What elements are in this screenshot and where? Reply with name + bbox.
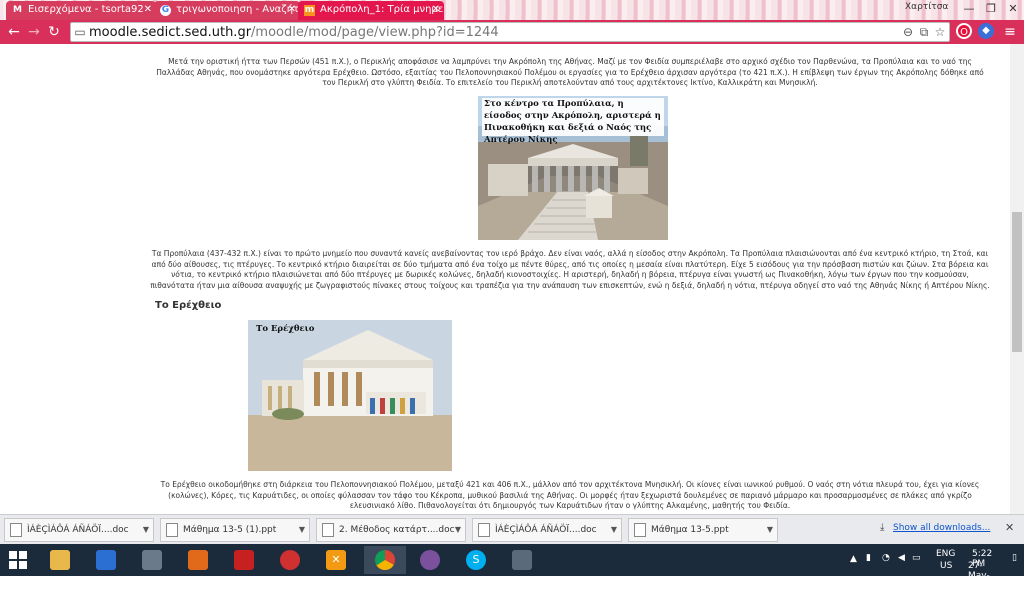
maximize-icon[interactable]: ❐ (980, 0, 1002, 18)
download-label: Μάθημα 13-5.ppt (651, 525, 729, 535)
download-item[interactable]: ÌÁÈÇÌÁÔÁ ÁÑÁÖÏ....doc ▼ (472, 518, 622, 542)
ppt-file-icon (166, 523, 178, 537)
forward-icon[interactable]: → (26, 24, 42, 40)
zoom-icon[interactable]: ⊖ (901, 25, 915, 39)
image-caption: Στο κέντρο τα Προπύλαια, η είσοδος στην … (484, 99, 661, 145)
chevron-up-icon[interactable]: ▲ (850, 554, 857, 564)
chevron-down-icon[interactable]: ▼ (611, 519, 617, 541)
file-explorer-icon[interactable] (42, 546, 78, 574)
erechtheio-paragraph: Το Ερέχθειο οικοδομήθηκε στη διάρκεια το… (160, 480, 980, 510)
download-item[interactable]: 2. Μέθοδος κατάρτ....doc ▼ (316, 518, 466, 542)
chrome-icon[interactable] (364, 546, 406, 574)
app-x-icon[interactable]: ✕ (318, 546, 354, 574)
menu-icon[interactable]: ≡ (1002, 24, 1018, 40)
notifications-icon[interactable]: ▯ (1012, 553, 1017, 563)
windows-taskbar: ✕ S ▲ ▮ ◔ ◀ ▭ ENG US 5:22 PM 27-May-16 ▯ (0, 544, 1024, 591)
tab-label: Εισερχόμενα - tsorta92 (28, 4, 144, 15)
propylaia-image: Στο κέντρο τα Προπύλαια, η είσοδος στην … (478, 96, 668, 240)
windows-icon (9, 551, 27, 569)
close-icon[interactable]: ✕ (1005, 521, 1014, 534)
region-indicator: US (940, 561, 953, 571)
skype-icon[interactable]: S (458, 546, 494, 574)
reload-icon[interactable]: ↻ (46, 24, 62, 40)
opera-extension-icon[interactable]: O (956, 23, 972, 39)
download-icon: ⤓ (880, 522, 885, 533)
app-red-icon[interactable] (272, 546, 308, 574)
google-icon: G (160, 5, 171, 16)
moodle-icon: m (304, 5, 315, 16)
browser-toolbar: ← → ↻ ▭ moodle.sedict.sed.uth.gr/moodle/… (0, 20, 1024, 44)
ppt-file-icon (634, 523, 646, 537)
document-app-icon[interactable] (504, 546, 540, 574)
url-host: moodle.sedict.sed.uth.gr (89, 25, 252, 40)
tab-label: Ακρόπολη_1: Τρία μνημε (320, 4, 444, 15)
tab-label: τριγωνοποιηση - Αναζήτ (176, 4, 300, 15)
close-icon[interactable]: ✕ (288, 1, 296, 19)
chevron-down-icon[interactable]: ▼ (299, 519, 305, 541)
downloads-bar: ÌÁÈÇÌÁÔÁ ÁÑÁÖÏ....doc ▼ Μάθημα 13-5 (1).p… (0, 514, 1024, 544)
section-heading: Το Ερέχθειο (155, 300, 222, 311)
gmail-icon: M (13, 5, 22, 15)
page-content: Μετά την οριστική ήττα των Περσών (451 π… (0, 44, 1010, 514)
language-indicator[interactable]: ENG (936, 549, 955, 559)
chevron-down-icon[interactable]: ▼ (767, 519, 773, 541)
tab-strip: M Εισερχόμενα - tsorta92 ✕ G τριγωνοποιη… (0, 0, 1024, 20)
tab-google[interactable]: G τριγωνοποιηση - Αναζήτ ✕ (154, 1, 300, 20)
download-item[interactable]: Μάθημα 13-5.ppt ▼ (628, 518, 778, 542)
app-blue-icon[interactable] (88, 546, 124, 574)
network-icon[interactable]: ▮ (866, 553, 871, 563)
propylaia-paragraph: Τα Προπύλαια (437-432 π.Χ.) είναι το πρώ… (150, 249, 990, 290)
back-icon[interactable]: ← (6, 24, 22, 40)
volume-icon[interactable]: ◀ (898, 553, 905, 563)
pdf-icon[interactable] (226, 546, 262, 574)
download-item[interactable]: ÌÁÈÇÌÁÔÁ ÁÑÁÖÏ....doc ▼ (4, 518, 154, 542)
download-label: 2. Μέθοδος κατάρτ....doc (339, 525, 455, 535)
wifi-icon[interactable]: ◔ (882, 553, 890, 563)
intro-paragraph: Μετά την οριστική ήττα των Περσών (451 π… (156, 57, 984, 87)
battery-icon[interactable]: ▭ (912, 553, 921, 563)
clock-date: 27-May-16 (968, 561, 990, 591)
show-all-downloads-link[interactable]: Show all downloads... (893, 523, 990, 533)
download-label: ÌÁÈÇÌÁÔÁ ÁÑÁÖÏ....doc (27, 525, 129, 535)
image-caption: Το Ερέχθειο (256, 324, 315, 334)
close-icon[interactable]: ✕ (432, 1, 440, 19)
profile-name[interactable]: Χαρτίτσα (905, 2, 948, 12)
chevron-down-icon[interactable]: ▼ (455, 519, 461, 541)
start-button[interactable] (0, 546, 36, 574)
translate-icon[interactable]: ⧉ (917, 25, 931, 39)
address-bar[interactable]: ▭ moodle.sedict.sed.uth.gr/moodle/mod/pa… (70, 22, 950, 42)
calculator-icon[interactable] (134, 546, 170, 574)
url-path: /moodle/mod/page/view.php?id=1244 (251, 25, 499, 40)
close-window-icon[interactable]: ✕ (1002, 0, 1024, 18)
doc-file-icon (10, 523, 22, 537)
tab-moodle[interactable]: m Ακρόπολη_1: Τρία μνημε ✕ (298, 1, 444, 20)
erechtheio-image: Το Ερέχθειο (248, 320, 452, 471)
vertical-scrollbar[interactable] (1010, 44, 1024, 514)
extension-icon[interactable]: ◆ (978, 23, 994, 39)
tab-gmail[interactable]: M Εισερχόμενα - tsorta92 ✕ (6, 1, 156, 20)
download-label: ÌÁÈÇÌÁÔÁ ÁÑÁÖÏ....doc (495, 525, 597, 535)
app-orange-icon[interactable] (180, 546, 216, 574)
chevron-down-icon[interactable]: ▼ (143, 519, 149, 541)
doc-file-icon (478, 523, 490, 537)
scrollbar-thumb[interactable] (1012, 212, 1022, 352)
doc-file-icon (322, 523, 334, 537)
close-icon[interactable]: ✕ (144, 1, 152, 19)
url-text[interactable]: moodle.sedict.sed.uth.gr/moodle/mod/page… (89, 23, 499, 42)
download-item[interactable]: Μάθημα 13-5 (1).ppt ▼ (160, 518, 310, 542)
download-label: Μάθημα 13-5 (1).ppt (183, 525, 277, 535)
star-icon[interactable]: ☆ (933, 25, 947, 39)
page-icon: ▭ (74, 25, 86, 39)
minimize-icon[interactable]: — (958, 0, 980, 18)
viber-icon[interactable] (412, 546, 448, 574)
window-controls: — ❐ ✕ (958, 0, 1024, 20)
